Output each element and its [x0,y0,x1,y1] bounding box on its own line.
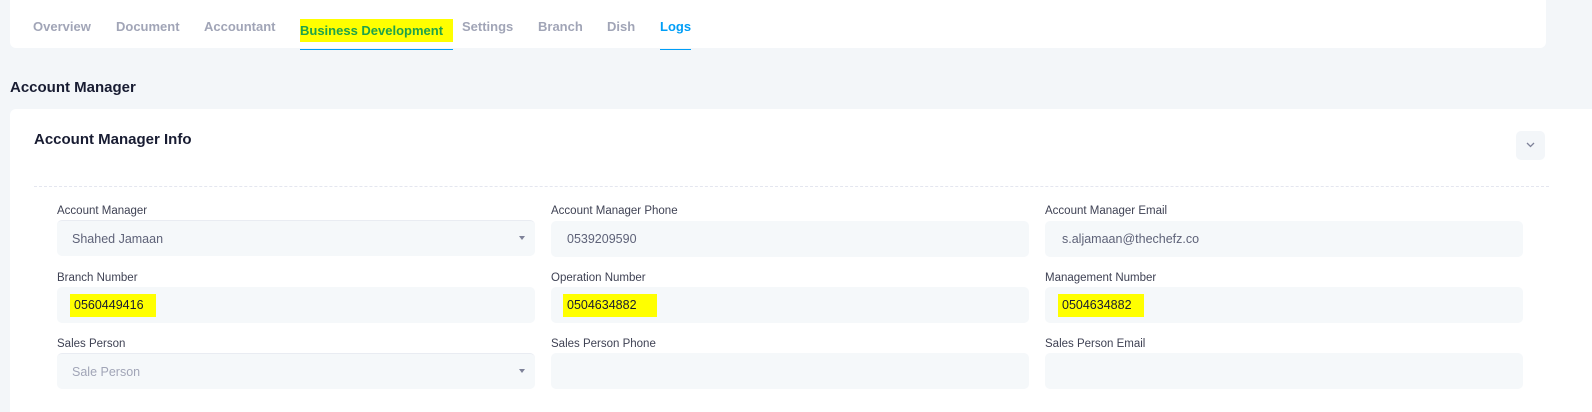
management-number-label: Management Number [1045,272,1157,284]
account-manager-phone-value: 0539209590 [567,232,637,246]
sales-person-email-input[interactable] [1045,353,1523,389]
operation-number-label: Operation Number [551,272,646,284]
management-number-value: 0504634882 [1058,293,1144,317]
chevron-down-icon [1526,142,1535,148]
tab-logs[interactable]: Logs [660,0,692,50]
operation-number-value: 0504634882 [563,293,657,317]
tab-accountant[interactable]: Accountant [204,0,276,50]
account-manager-email-value: s.aljamaan@thechefz.co [1062,232,1200,246]
caret-down-icon [519,236,525,240]
sales-person-placeholder: Sale Person [72,364,141,379]
tab-branch[interactable]: Branch [538,0,583,50]
account-manager-card: Account Manager Info Account Manager Sha… [10,109,1592,412]
section-title: Account Manager [10,79,136,96]
management-number-input[interactable]: 0504634882 [1045,287,1523,323]
branch-number-input[interactable]: 0560449416 [57,287,535,323]
sales-person-phone-label: Sales Person Phone [551,338,656,350]
account-manager-email-input[interactable]: s.aljamaan@thechefz.co [1045,221,1523,257]
account-manager-phone-label: Account Manager Phone [551,205,678,217]
tab-overview[interactable]: Overview [33,0,91,50]
sales-person-label: Sales Person [57,338,126,350]
sales-person-phone-input[interactable] [551,353,1029,389]
account-manager-value: Shahed Jamaan [72,231,164,246]
account-manager-select[interactable]: Shahed Jamaan [57,220,535,256]
card-title: Account Manager Info [34,131,192,148]
sales-person-select[interactable]: Sale Person [57,353,535,389]
branch-number-label: Branch Number [57,272,138,284]
tab-bar: Overview Document Accountant Business De… [10,0,1546,50]
tab-business-development[interactable]: Business Development [300,0,454,50]
caret-down-icon [519,369,525,373]
account-manager-email-label: Account Manager Email [1045,205,1168,217]
card-divider [34,186,1549,187]
operation-number-input[interactable]: 0504634882 [551,287,1029,323]
tab-dish[interactable]: Dish [607,0,635,50]
collapse-button[interactable] [1516,131,1545,160]
tab-settings[interactable]: Settings [462,0,513,50]
account-manager-phone-input[interactable]: 0539209590 [551,221,1029,257]
branch-number-value: 0560449416 [70,293,156,317]
sales-person-email-label: Sales Person Email [1045,338,1146,350]
tab-document[interactable]: Document [116,0,180,50]
account-manager-label: Account Manager [57,205,148,217]
